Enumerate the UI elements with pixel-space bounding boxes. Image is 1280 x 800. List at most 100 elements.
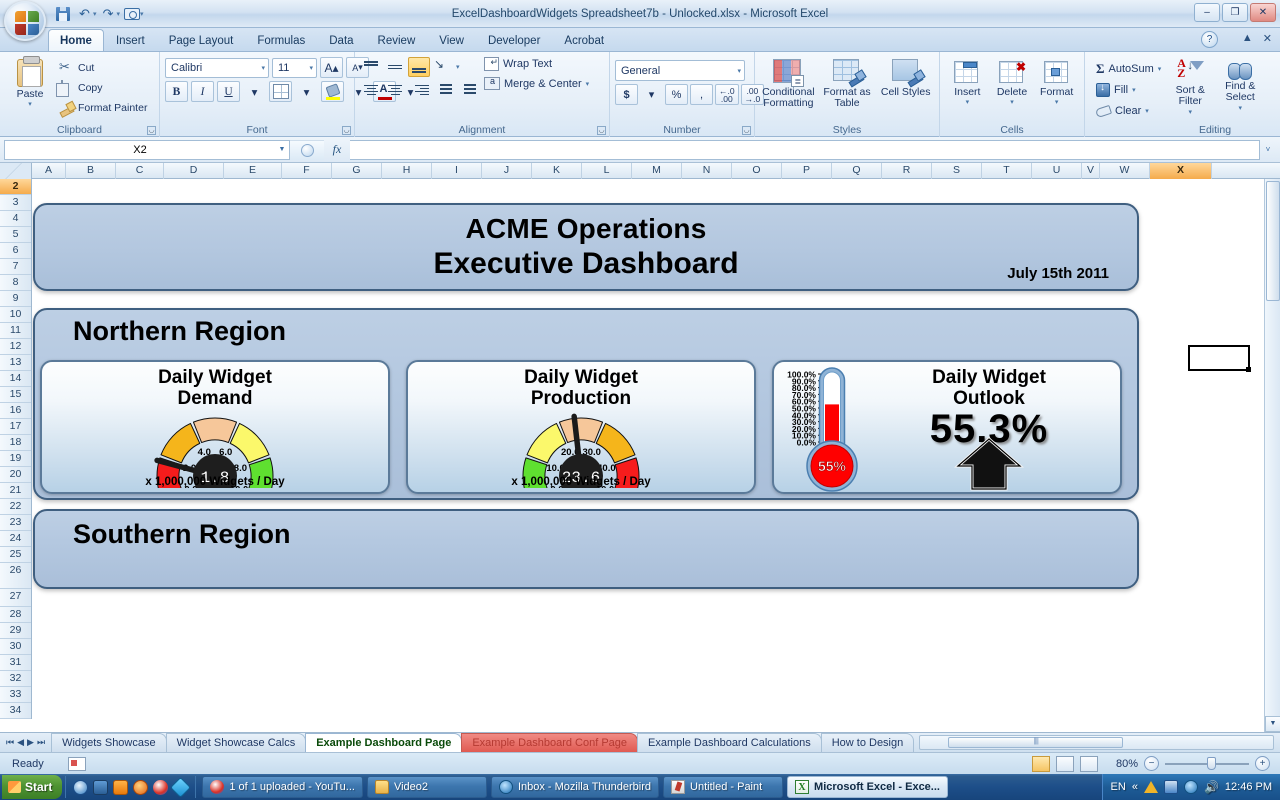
fill-button[interactable]: Fill ▾ xyxy=(1096,80,1161,99)
format-dropdown-icon[interactable]: ▾ xyxy=(1055,98,1059,106)
align-left-button[interactable] xyxy=(360,80,382,100)
row-header-24[interactable]: 24 xyxy=(0,531,31,547)
vertical-scroll-thumb[interactable] xyxy=(1266,181,1280,301)
sheet-tab-example-dashboard-conf-page[interactable]: Example Dashboard Conf Page xyxy=(461,733,639,752)
formula-input[interactable] xyxy=(350,139,1260,160)
row-header-32[interactable]: 32 xyxy=(0,671,31,687)
font-dialog-launcher-icon[interactable]: ◡ xyxy=(342,126,351,135)
name-box[interactable]: X2 ▼ xyxy=(4,139,290,160)
sheet-tab-example-dashboard-calculations[interactable]: Example Dashboard Calculations xyxy=(637,733,822,752)
horizontal-scrollbar[interactable] xyxy=(919,735,1274,750)
last-sheet-icon[interactable]: ⏭ xyxy=(37,737,45,748)
cell-styles-button[interactable]: Cell Styles xyxy=(877,59,934,98)
camera-icon[interactable] xyxy=(121,3,142,24)
column-header-i[interactable]: I xyxy=(432,163,482,179)
merge-center-button[interactable]: Merge & Center ▾ xyxy=(484,76,589,90)
tab-formulas[interactable]: Formulas xyxy=(245,29,317,51)
row-header-20[interactable]: 20 xyxy=(0,467,31,483)
increase-indent-button[interactable] xyxy=(456,80,478,100)
expand-formula-bar-icon[interactable]: ˅ xyxy=(1260,145,1276,154)
sort-filter-dropdown-icon[interactable]: ▾ xyxy=(1189,107,1193,118)
warning-icon[interactable] xyxy=(1143,781,1158,793)
next-sheet-icon[interactable]: ▶ xyxy=(27,737,34,748)
fill-dropdown-icon[interactable]: ▾ xyxy=(1132,86,1136,94)
clear-button[interactable]: Clear ▾ xyxy=(1096,101,1161,120)
firefox-icon[interactable] xyxy=(133,779,149,795)
column-header-r[interactable]: R xyxy=(882,163,932,179)
tab-acrobat[interactable]: Acrobat xyxy=(552,29,616,51)
number-format-combo[interactable]: General ▾ xyxy=(615,60,745,81)
orientation-button[interactable] xyxy=(432,57,454,77)
view-normal-button[interactable] xyxy=(1032,755,1050,772)
tab-page-layout[interactable]: Page Layout xyxy=(157,29,246,51)
column-header-s[interactable]: S xyxy=(932,163,982,179)
clipboard-dialog-launcher-icon[interactable]: ◡ xyxy=(147,126,156,135)
underline-dropdown-icon[interactable]: ▾ xyxy=(243,81,266,102)
increase-font-size-button[interactable]: A ▴ xyxy=(320,57,343,78)
borders-button[interactable] xyxy=(269,81,292,102)
column-header-e[interactable]: E xyxy=(224,163,282,179)
close-button[interactable]: ✕ xyxy=(1250,3,1276,22)
row-header-17[interactable]: 17 xyxy=(0,419,31,435)
row-header-9[interactable]: 9 xyxy=(0,291,31,307)
volume-icon[interactable]: 🔊 xyxy=(1204,780,1219,794)
scroll-down-icon[interactable]: ▼ xyxy=(1265,716,1280,732)
sort-filter-button[interactable]: A Z ↓ Sort & Filter ▾ xyxy=(1165,57,1215,118)
internet-explorer-icon[interactable] xyxy=(73,779,89,795)
align-right-button[interactable] xyxy=(408,80,430,100)
column-header-p[interactable]: P xyxy=(782,163,832,179)
row-header-31[interactable]: 31 xyxy=(0,655,31,671)
column-header-n[interactable]: N xyxy=(682,163,732,179)
row-header-15[interactable]: 15 xyxy=(0,387,31,403)
find-select-button[interactable]: Find & Select ▾ xyxy=(1215,59,1265,114)
zoom-slider-thumb[interactable] xyxy=(1207,756,1216,770)
row-header-2[interactable]: 2 xyxy=(0,179,31,195)
row-header-18[interactable]: 18 xyxy=(0,435,31,451)
network-icon[interactable] xyxy=(1163,780,1178,794)
row-header-5[interactable]: 5 xyxy=(0,227,31,243)
delete-dropdown-icon[interactable]: ▾ xyxy=(1010,98,1014,106)
view-page-layout-button[interactable] xyxy=(1056,755,1074,772)
show-desktop-icon[interactable] xyxy=(93,779,109,795)
column-header-t[interactable]: T xyxy=(982,163,1032,179)
row-header-28[interactable]: 28 xyxy=(0,607,31,623)
row-header-33[interactable]: 33 xyxy=(0,687,31,703)
fill-color-button[interactable] xyxy=(321,81,344,102)
media-player-icon[interactable] xyxy=(113,779,129,795)
autosum-button[interactable]: Σ AutoSum ▾ xyxy=(1096,59,1161,78)
column-header-g[interactable]: G xyxy=(332,163,382,179)
font-size-combo[interactable]: 11 ▾ xyxy=(272,57,317,78)
column-header-h[interactable]: H xyxy=(382,163,432,179)
row-header-10[interactable]: 10 xyxy=(0,307,31,323)
format-as-table-button[interactable]: Format as Table xyxy=(819,59,876,109)
redo-dropdown-icon[interactable]: ▾ xyxy=(117,10,121,18)
tab-view[interactable]: View xyxy=(427,29,476,51)
column-header-x[interactable]: X xyxy=(1150,163,1212,179)
qat-customize-icon[interactable]: ▾ xyxy=(140,10,144,18)
column-header-k[interactable]: K xyxy=(532,163,582,179)
column-header-f[interactable]: F xyxy=(282,163,332,179)
language-indicator[interactable]: EN xyxy=(1111,781,1126,793)
row-header-11[interactable]: 11 xyxy=(0,323,31,339)
minimize-ribbon-icon[interactable]: ▲ xyxy=(1242,32,1253,45)
column-header-b[interactable]: B xyxy=(66,163,116,179)
sheet-tab-widget-showcase-calcs[interactable]: Widget Showcase Calcs xyxy=(165,733,307,752)
align-center-button[interactable] xyxy=(384,80,406,100)
row-header-4[interactable]: 4 xyxy=(0,211,31,227)
percent-style-button[interactable]: % xyxy=(665,84,688,105)
row-header-16[interactable]: 16 xyxy=(0,403,31,419)
row-header-14[interactable]: 14 xyxy=(0,371,31,387)
cancel-formula-icon[interactable] xyxy=(300,143,314,157)
tray-expand-icon[interactable]: « xyxy=(1132,781,1138,793)
currency-button[interactable]: $ xyxy=(615,84,638,105)
align-top-button[interactable] xyxy=(360,57,382,77)
paste-button[interactable]: Paste ▾ xyxy=(5,56,55,108)
macro-record-icon[interactable] xyxy=(68,756,86,771)
horizontal-scroll-thumb[interactable] xyxy=(948,737,1124,748)
clear-dropdown-icon[interactable]: ▾ xyxy=(1145,107,1149,115)
delete-cells-button[interactable]: ✖ Delete ▾ xyxy=(990,60,1035,106)
decrease-indent-button[interactable] xyxy=(432,80,454,100)
tab-insert[interactable]: Insert xyxy=(104,29,157,51)
borders-dropdown-icon[interactable]: ▾ xyxy=(295,81,318,102)
taskbar-item-video2[interactable]: Video2 xyxy=(366,776,487,798)
